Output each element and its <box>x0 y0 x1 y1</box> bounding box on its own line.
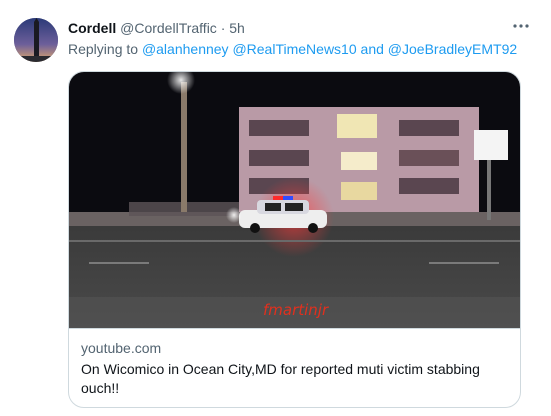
separator-dot: · <box>220 20 226 36</box>
avatar[interactable] <box>14 18 58 62</box>
card-title[interactable]: On Wicomico in Ocean City,MD for reporte… <box>81 360 501 398</box>
mention-link[interactable]: @alanhenney <box>142 41 229 57</box>
author-name[interactable]: Cordell <box>68 20 116 36</box>
tweet-time[interactable]: 5h <box>229 20 245 36</box>
night-street-scene <box>69 72 520 328</box>
mention-joiner: and <box>356 41 388 57</box>
replying-to-line: Replying to @alanhenney @RealTimeNews10 … <box>68 41 517 57</box>
card-domain: youtube.com <box>81 340 162 356</box>
mention-link[interactable]: @JoeBradleyEMT92 <box>388 41 517 57</box>
card-divider <box>69 328 520 329</box>
more-horizontal-icon[interactable] <box>509 14 533 38</box>
video-thumbnail[interactable]: fmartinjr <box>69 72 520 328</box>
tweet-header: Cordell @CordellTraffic · 5h <box>68 20 531 40</box>
reply-prefix: Replying to <box>68 41 139 57</box>
avatar-image <box>14 18 58 62</box>
tweet[interactable]: Cordell @CordellTraffic · 5h Replying to… <box>0 0 551 416</box>
video-watermark: fmartinjr <box>263 301 329 319</box>
link-card[interactable]: fmartinjr youtube.com On Wicomico in Oce… <box>68 71 521 408</box>
author-handle[interactable]: @CordellTraffic <box>120 20 217 36</box>
mention-link[interactable]: @RealTimeNews10 <box>232 41 356 57</box>
